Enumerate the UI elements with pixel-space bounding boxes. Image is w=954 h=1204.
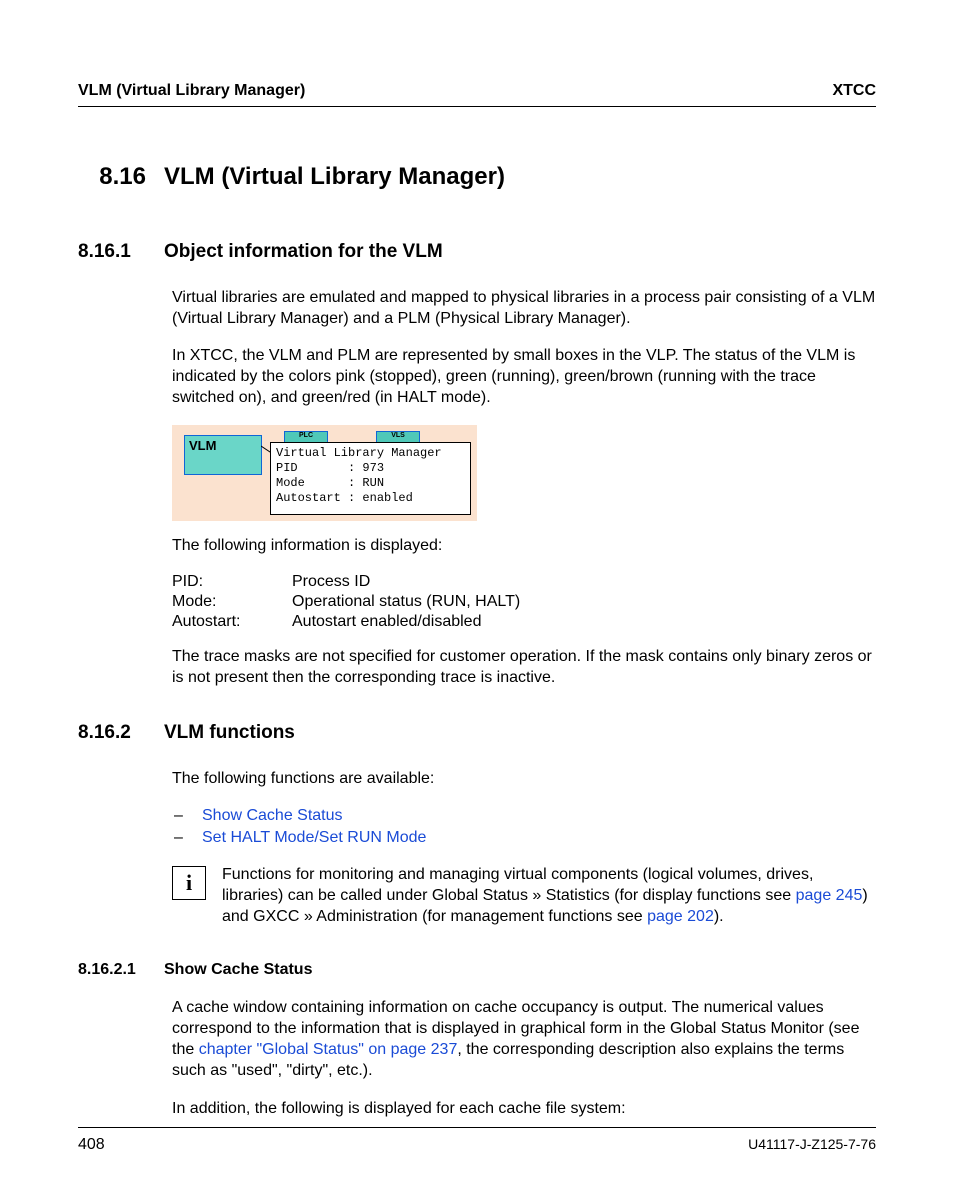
h2-number: 8.16.2 [78, 722, 146, 744]
h2-title: Object information for the VLM [164, 241, 443, 263]
doc-id: U41117-J-Z125-7-76 [748, 1136, 876, 1154]
paragraph: Virtual libraries are emulated and mappe… [172, 287, 876, 329]
info-icon: i [172, 866, 206, 900]
info-text-part: ). [714, 908, 724, 925]
paragraph: The following information is displayed: [172, 535, 876, 556]
h1-number: 8.16 [78, 163, 146, 191]
header-left: VLM (Virtual Library Manager) [78, 82, 305, 100]
global-status-chapter-link[interactable]: chapter "Global Status" on page 237 [199, 1041, 458, 1058]
info-note: i Functions for monitoring and managing … [172, 864, 876, 927]
page-202-link[interactable]: page 202 [647, 908, 714, 925]
paragraph: The trace masks are not specified for cu… [172, 646, 876, 688]
page-number: 408 [78, 1136, 105, 1154]
def-key: PID: [172, 572, 292, 592]
h2-title: VLM functions [164, 722, 295, 744]
table-row: PID: Process ID [172, 572, 520, 592]
paragraph: The following functions are available: [172, 768, 876, 789]
page-245-link[interactable]: page 245 [796, 887, 863, 904]
set-halt-run-mode-link[interactable]: Set HALT Mode/Set RUN Mode [202, 829, 426, 846]
vlm-tooltip: Virtual Library Manager PID : 973 Mode :… [270, 442, 471, 515]
list-item: Show Cache Status [172, 805, 876, 827]
heading-8-16: 8.16 VLM (Virtual Library Manager) [78, 163, 876, 191]
heading-8-16-1: 8.16.1 Object information for the VLM [78, 241, 876, 263]
paragraph: In addition, the following is displayed … [172, 1098, 876, 1119]
vlm-status-figure: VLM PLC VLS Virtual Library Manager PID … [172, 425, 477, 521]
h3-title: Show Cache Status [164, 961, 312, 979]
table-row: Mode: Operational status (RUN, HALT) [172, 592, 520, 612]
heading-8-16-2-1: 8.16.2.1 Show Cache Status [78, 961, 876, 979]
def-key: Mode: [172, 592, 292, 612]
paragraph: A cache window containing information on… [172, 997, 876, 1081]
vlm-box-icon: VLM [184, 435, 262, 475]
list-item: Set HALT Mode/Set RUN Mode [172, 827, 876, 849]
table-row: Autostart: Autostart enabled/disabled [172, 612, 520, 632]
def-key: Autostart: [172, 612, 292, 632]
h2-number: 8.16.1 [78, 241, 146, 263]
info-text-part: Functions for monitoring and managing vi… [222, 866, 813, 904]
show-cache-status-link[interactable]: Show Cache Status [202, 807, 343, 824]
h1-title: VLM (Virtual Library Manager) [164, 163, 505, 191]
def-val: Operational status (RUN, HALT) [292, 592, 520, 612]
info-text: Functions for monitoring and managing vi… [222, 864, 876, 927]
h3-number: 8.16.2.1 [78, 961, 146, 979]
heading-8-16-2: 8.16.2 VLM functions [78, 722, 876, 744]
paragraph: In XTCC, the VLM and PLM are represented… [172, 345, 876, 408]
def-val: Autostart enabled/disabled [292, 612, 520, 632]
definition-table: PID: Process ID Mode: Operational status… [172, 572, 520, 632]
function-list: Show Cache Status Set HALT Mode/Set RUN … [172, 805, 876, 850]
header-right: XTCC [832, 82, 876, 100]
def-val: Process ID [292, 572, 520, 592]
